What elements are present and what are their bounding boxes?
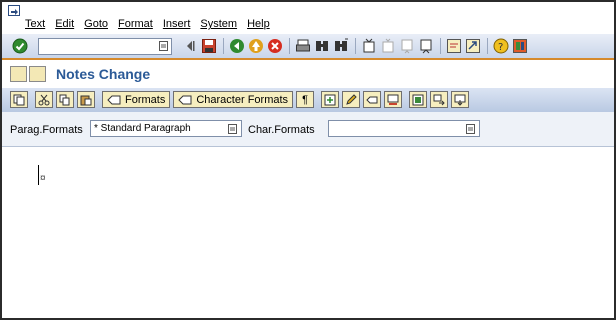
back-icon[interactable] <box>229 38 245 54</box>
insert-icon <box>324 94 336 105</box>
delete-line-button[interactable] <box>384 91 403 108</box>
paragraph-mark: ¤ <box>40 173 46 184</box>
menu-insert[interactable]: Insert <box>163 18 191 30</box>
command-dropdown-icon[interactable] <box>159 41 168 51</box>
enter-checkmark-icon[interactable] <box>12 38 28 54</box>
svg-text:?: ? <box>498 42 503 53</box>
paragraph-mark-button[interactable]: ¶ <box>296 91 315 108</box>
toolbar-separator <box>223 38 224 54</box>
menu-bar: Text Edit Goto Format Insert System Help <box>2 2 614 34</box>
toolbar-separator <box>289 38 290 54</box>
menu-format[interactable]: Format <box>118 18 153 30</box>
select-block-button[interactable] <box>409 91 428 108</box>
standard-toolbar: ? <box>2 34 614 60</box>
paragraph-formats-label: Parag.Formats <box>10 124 83 136</box>
sap-window: Text Edit Goto Format Insert System Help <box>0 0 616 320</box>
menu-help[interactable]: Help <box>247 18 270 30</box>
first-page-icon[interactable] <box>361 38 377 54</box>
text-editor-area[interactable]: ¤ <box>2 147 614 318</box>
move-block-icon <box>433 94 445 105</box>
documents-icon <box>13 94 25 105</box>
menu-goto[interactable]: Goto <box>84 18 108 30</box>
application-toolbar: Formats Character Formats ¶ <box>2 88 614 112</box>
paste-button[interactable] <box>77 91 95 108</box>
pencil-icon <box>346 93 357 105</box>
menu-text[interactable]: Text <box>25 18 45 30</box>
paste-icon <box>80 95 92 105</box>
command-field[interactable] <box>38 38 172 55</box>
character-formats-dropdown-icon[interactable] <box>466 124 475 134</box>
toolbar-separator <box>487 38 488 54</box>
system-menu-icon[interactable] <box>8 5 20 16</box>
save-icon[interactable] <box>201 38 217 54</box>
character-formats-button[interactable]: Character Formats <box>173 91 294 108</box>
cut-button[interactable] <box>35 91 53 108</box>
formats-icon <box>107 95 121 104</box>
previous-page-icon[interactable] <box>380 38 396 54</box>
title-icons <box>10 66 48 82</box>
customize-layout-icon[interactable] <box>512 38 528 54</box>
last-page-icon[interactable] <box>418 38 434 54</box>
scissors-icon <box>38 94 50 105</box>
find-next-icon[interactable] <box>333 38 349 54</box>
copy-icon <box>59 94 70 105</box>
cancel-icon[interactable] <box>267 38 283 54</box>
menu-items: Text Edit Goto Format Insert System Help <box>25 18 280 30</box>
application-toolbar-buttons: Formats Character Formats ¶ <box>10 91 472 108</box>
paragraph-formats-dropdown-icon[interactable] <box>228 124 237 134</box>
character-formats-select[interactable] <box>328 120 480 137</box>
format-selection-row: Parag.Formats * Standard Paragraph Char.… <box>2 112 614 147</box>
other-document-button[interactable] <box>10 91 28 108</box>
shortcut-icon[interactable] <box>465 38 481 54</box>
help-icon[interactable]: ? <box>493 38 509 54</box>
delete-line-icon <box>387 94 399 105</box>
new-session-icon[interactable] <box>446 38 462 54</box>
character-formats-icon <box>178 95 192 104</box>
paragraph-formats-select[interactable]: * Standard Paragraph <box>90 120 242 137</box>
character-formats-label: Character Formats <box>196 93 289 106</box>
title-bar: Notes Change <box>2 60 614 88</box>
copy-button[interactable] <box>56 91 74 108</box>
document-icon[interactable] <box>29 66 46 82</box>
character-formats-field-label: Char.Formats <box>248 124 315 136</box>
toolbar-separator <box>440 38 441 54</box>
find-icon[interactable] <box>314 38 330 54</box>
paste-block-icon <box>454 94 466 106</box>
paragraph-formats-value: * Standard Paragraph <box>94 123 191 134</box>
page-title: Notes Change <box>56 66 151 82</box>
format-style-button[interactable] <box>363 91 382 108</box>
text-cursor <box>38 165 39 185</box>
select-block-icon <box>412 94 424 105</box>
paste-block-button[interactable] <box>451 91 470 108</box>
collapse-left-icon[interactable] <box>182 38 198 54</box>
insert-button[interactable] <box>321 91 340 108</box>
formats-button[interactable]: Formats <box>102 91 171 108</box>
move-block-button[interactable] <box>430 91 449 108</box>
exit-icon[interactable] <box>248 38 264 54</box>
print-icon[interactable] <box>295 38 311 54</box>
toolbar-separator <box>355 38 356 54</box>
menu-edit[interactable]: Edit <box>55 18 74 30</box>
pilcrow-icon: ¶ <box>302 93 308 106</box>
next-page-icon[interactable] <box>399 38 415 54</box>
formats-label: Formats <box>125 93 166 106</box>
display-change-icon[interactable] <box>10 66 27 82</box>
menu-system[interactable]: System <box>200 18 237 30</box>
edit-pencil-button[interactable] <box>342 91 361 108</box>
format-style-icon <box>366 96 378 103</box>
toolbar-icons: ? <box>182 38 531 54</box>
